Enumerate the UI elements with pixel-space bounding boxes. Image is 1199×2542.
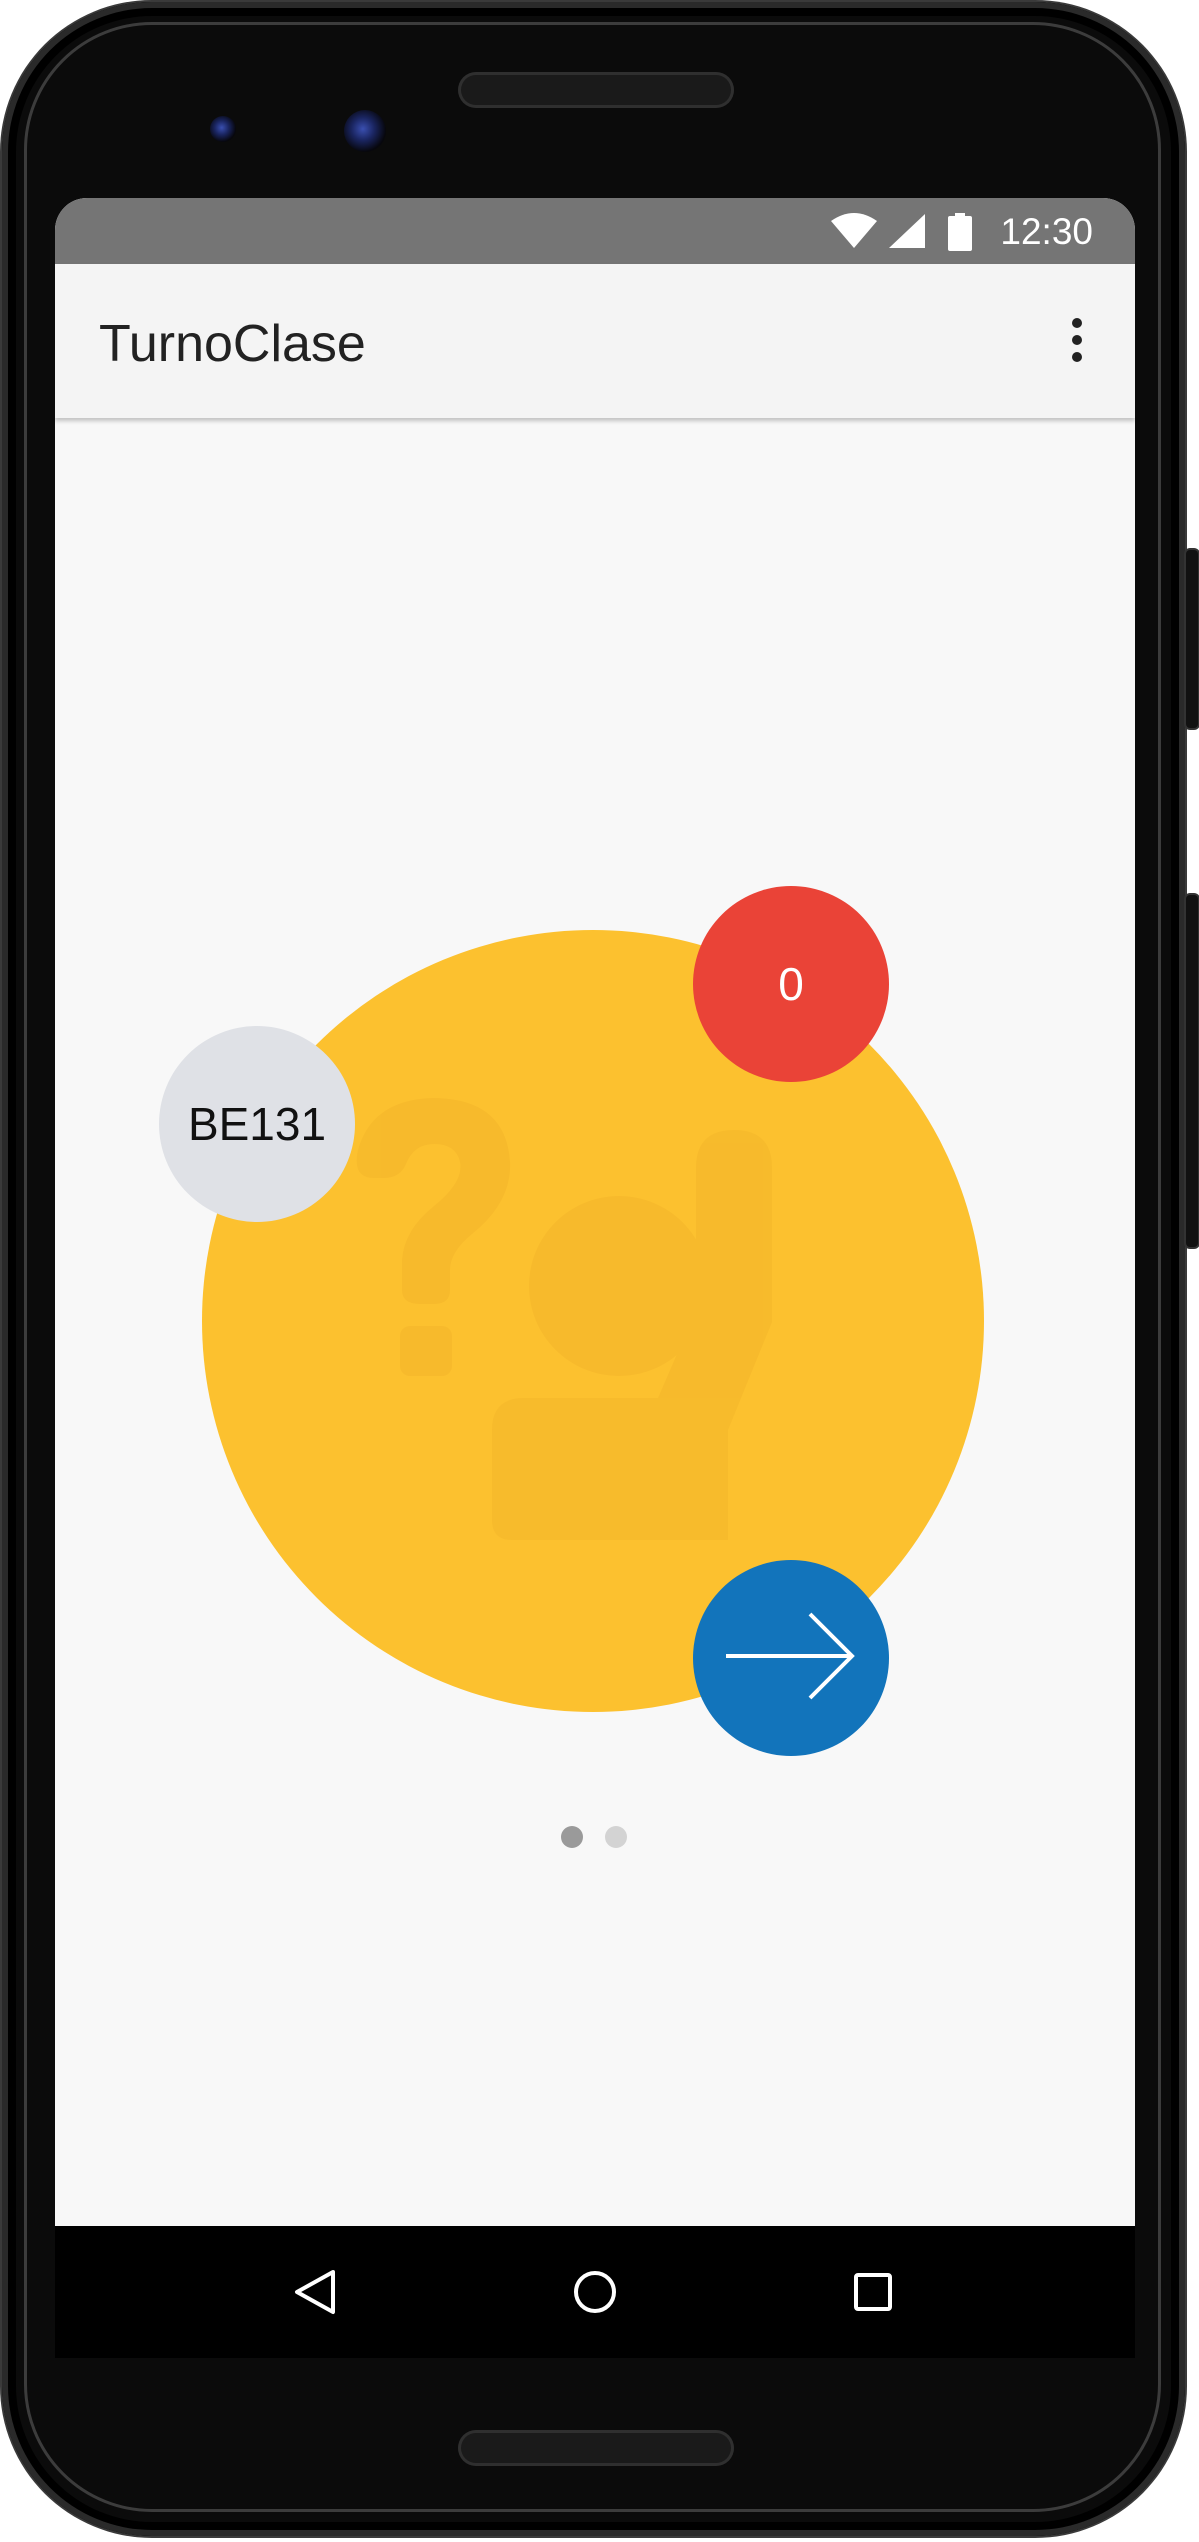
battery-icon: [948, 213, 972, 256]
app-bar: TurnoClase: [55, 264, 1135, 418]
status-bar: 12:30: [55, 198, 1135, 264]
front-camera: [344, 110, 386, 152]
bottom-speaker: [458, 2430, 734, 2466]
device: 12:30 TurnoClase BE131 0: [0, 0, 1199, 2542]
arrow-right-icon: [724, 1611, 858, 1706]
overflow-menu-icon: [1072, 318, 1082, 328]
power-button: [1186, 550, 1198, 728]
wifi-icon: [830, 213, 878, 254]
content: BE131 0: [55, 418, 1135, 2226]
signal-icon: [887, 213, 927, 254]
recents-icon: [854, 2273, 892, 2311]
navigation-bar: [55, 2226, 1135, 2358]
room-code-badge: BE131: [159, 1026, 355, 1222]
main-circle: [202, 930, 984, 1712]
next-button[interactable]: [693, 1560, 889, 1756]
student-raise-hand-question-icon: [356, 1098, 772, 1540]
home-icon: [574, 2271, 616, 2313]
overflow-menu-icon-dot: [1072, 352, 1082, 362]
back-button[interactable]: [277, 2254, 353, 2330]
overflow-menu-button[interactable]: [1045, 308, 1109, 372]
screen: 12:30 TurnoClase BE131 0: [55, 198, 1135, 2226]
home-button[interactable]: [557, 2254, 633, 2330]
app-title: TurnoClase: [99, 315, 366, 373]
top-speaker: [458, 72, 734, 108]
recents-button[interactable]: [835, 2254, 911, 2330]
pager-dot-active[interactable]: [561, 1826, 583, 1848]
queue-count-label: 0: [778, 958, 804, 1010]
volume-button: [1186, 895, 1198, 1247]
status-time: 12:30: [1000, 211, 1093, 252]
overflow-menu-icon-dot: [1072, 335, 1082, 345]
pager-dot-inactive[interactable]: [605, 1826, 627, 1848]
queue-count-badge: 0: [693, 886, 889, 1082]
front-sensor: [210, 116, 236, 142]
room-code-label: BE131: [187, 1098, 327, 1150]
back-icon: [295, 2270, 335, 2314]
